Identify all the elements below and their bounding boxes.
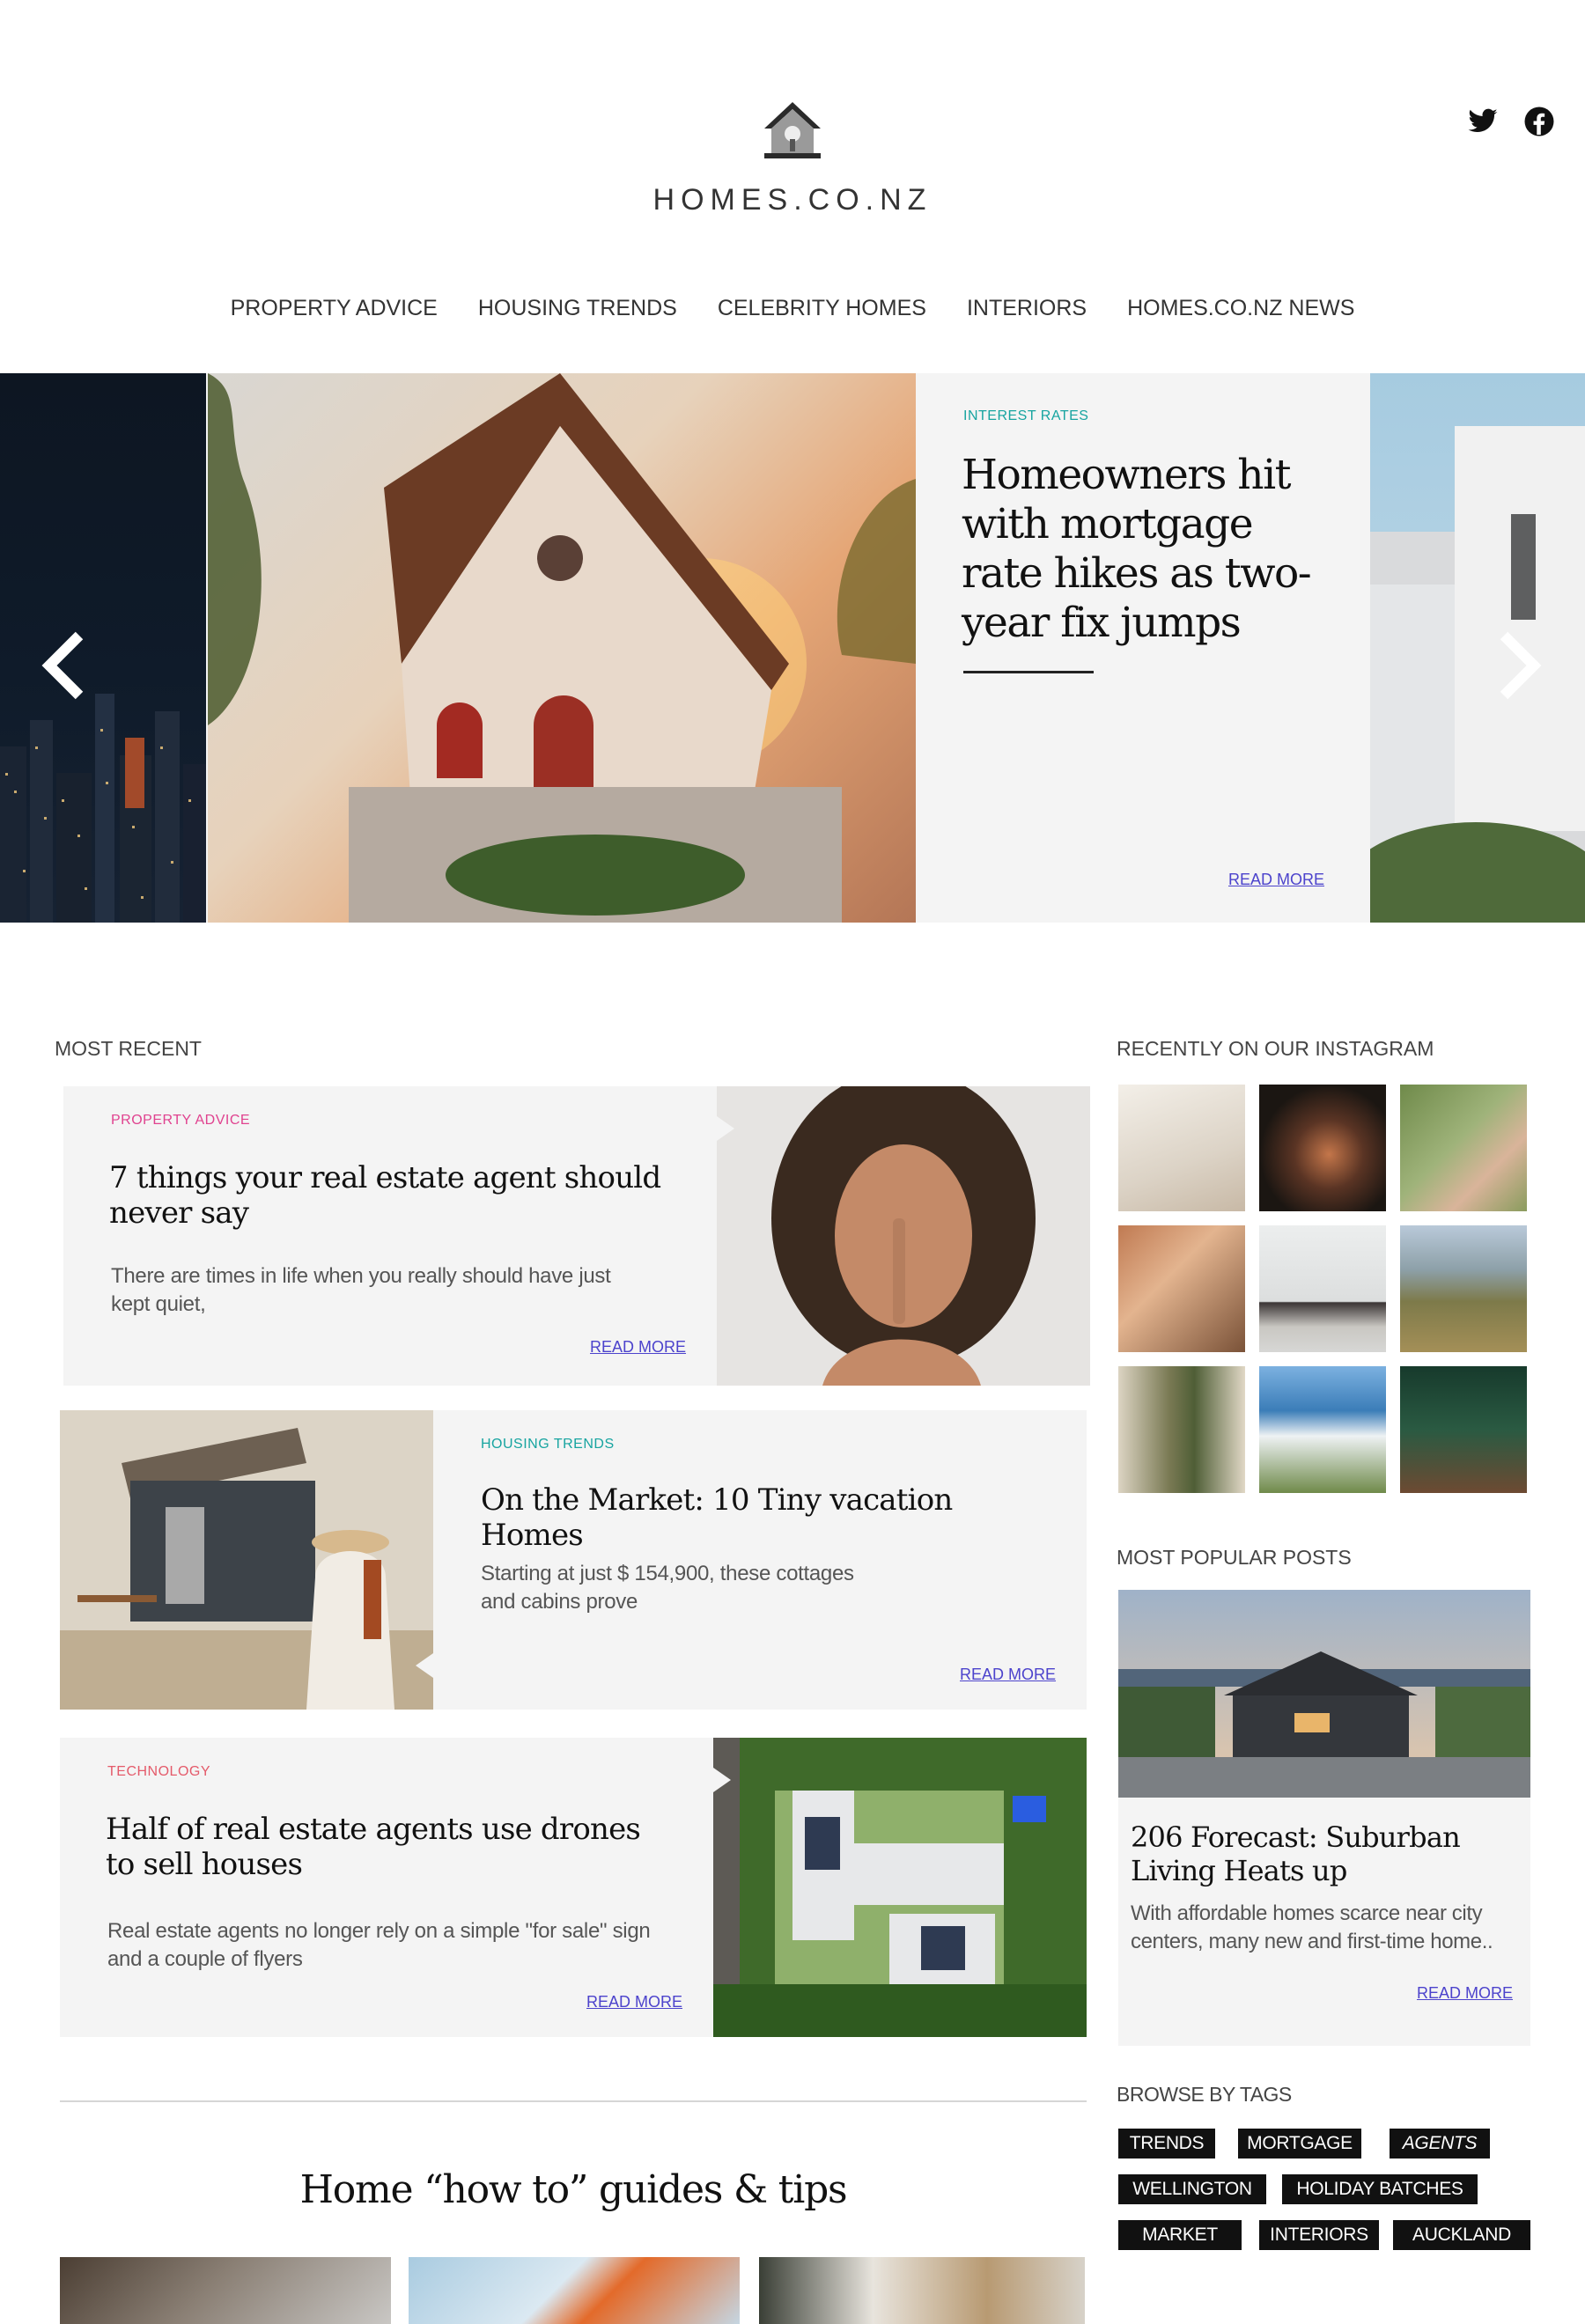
tag-auckland[interactable]: AUCKLAND <box>1393 2220 1530 2250</box>
article-read-more-link[interactable]: READ MORE <box>586 1993 682 2011</box>
hero-kicker[interactable]: INTEREST RATES <box>963 408 1088 424</box>
social-links <box>1467 106 1555 137</box>
article-title[interactable]: On the Market: 10 Tiny vacation Homes <box>481 1482 1044 1553</box>
instagram-photo[interactable] <box>1259 1225 1386 1352</box>
article-kicker[interactable]: PROPERTY ADVICE <box>111 1113 250 1129</box>
article-excerpt: There are times in life when you really … <box>111 1264 611 1316</box>
card-notch <box>713 1768 731 1792</box>
article-card[interactable]: HOUSING TRENDS On the Market: 10 Tiny va… <box>60 1410 1087 1710</box>
hero-carousel: INTEREST RATES Homeowners hit with mortg… <box>0 373 1585 923</box>
popular-posts-heading: MOST POPULAR POSTS <box>1117 1546 1352 1569</box>
article-excerpt: Real estate agents no longer rely on a s… <box>107 1919 651 1971</box>
instagram-photo[interactable] <box>1400 1366 1527 1493</box>
popular-post-excerpt: With affordable homes scarce near city c… <box>1131 1901 1493 1953</box>
cottage-sunset-image <box>208 373 916 923</box>
browse-tags-heading: BROWSE BY TAGS <box>1117 2083 1292 2106</box>
article-read-more-link[interactable]: READ MORE <box>590 1338 686 1357</box>
instagram-photo[interactable] <box>1259 1366 1386 1493</box>
site-logo[interactable]: HOMES.CO.NZ <box>0 99 1585 217</box>
suburban-house-image <box>1118 1590 1530 1798</box>
tag-wellington[interactable]: WELLINGTON <box>1118 2174 1266 2204</box>
popular-read-more-link[interactable]: READ MORE <box>1417 1984 1513 2003</box>
city-night-image <box>0 373 206 923</box>
popular-post-card[interactable]: 206 Forecast: Suburban Living Heats up W… <box>1118 1590 1530 2046</box>
hero-read-more-link[interactable]: READ MORE <box>1228 871 1324 889</box>
guides-heading: Home “how to” guides & tips <box>299 2167 848 2212</box>
instagram-photo[interactable] <box>1259 1085 1386 1211</box>
facebook-icon[interactable] <box>1523 106 1555 137</box>
tiny-home-image <box>60 1410 433 1710</box>
instagram-heading: RECENTLY ON OUR INSTAGRAM <box>1117 1037 1434 1060</box>
nav-item-interiors[interactable]: INTERIORS <box>967 296 1087 321</box>
tag-interiors[interactable]: INTERIORS <box>1259 2220 1379 2250</box>
white-house-image <box>1370 373 1585 923</box>
twitter-icon[interactable] <box>1467 106 1499 137</box>
instagram-photo[interactable] <box>1118 1225 1245 1352</box>
article-title[interactable]: Half of real estate agents use drones to… <box>106 1812 652 1882</box>
tag-holiday-batches[interactable]: HOLIDAY BATCHES <box>1282 2174 1478 2204</box>
woman-shush-image <box>717 1086 1090 1386</box>
instagram-photo[interactable] <box>1400 1085 1527 1211</box>
article-excerpt: Starting at just $ 154,900, these cottag… <box>481 1562 854 1614</box>
tag-trends[interactable]: TRENDS <box>1118 2129 1215 2159</box>
article-read-more-link[interactable]: READ MORE <box>960 1666 1056 1684</box>
guide-thumbnail[interactable] <box>60 2257 391 2324</box>
article-kicker[interactable]: HOUSING TRENDS <box>481 1437 615 1452</box>
popular-post-title[interactable]: 206 Forecast: Suburban Living Heats up <box>1131 1820 1518 1887</box>
card-notch <box>416 1653 433 1678</box>
carousel-prev-button[interactable] <box>39 630 92 701</box>
tag-mortgage[interactable]: MORTGAGE <box>1238 2129 1361 2159</box>
carousel-next-button[interactable] <box>1492 630 1544 701</box>
hero-article-card[interactable]: INTEREST RATES Homeowners hit with mortg… <box>916 373 1370 923</box>
guide-thumbnail[interactable] <box>759 2257 1085 2324</box>
most-recent-heading: MOST RECENT <box>55 1037 202 1060</box>
hero-divider <box>963 671 1094 673</box>
article-title[interactable]: 7 things your real estate agent should n… <box>109 1160 673 1231</box>
guide-thumbnail[interactable] <box>409 2257 740 2324</box>
tag-market[interactable]: MARKET <box>1118 2220 1242 2250</box>
tag-agents[interactable]: AGENTS <box>1390 2129 1490 2159</box>
aerial-house-image <box>713 1738 1087 2037</box>
nav-item-celebrity-homes[interactable]: CELEBRITY HOMES <box>718 296 926 321</box>
card-notch <box>717 1116 734 1141</box>
logo-text: HOMES.CO.NZ <box>652 183 933 217</box>
nav-item-news[interactable]: HOMES.CO.NZ NEWS <box>1127 296 1354 321</box>
instagram-photo[interactable] <box>1118 1085 1245 1211</box>
instagram-photo[interactable] <box>1400 1225 1527 1352</box>
nav-item-housing-trends[interactable]: HOUSING TRENDS <box>478 296 677 321</box>
article-kicker[interactable]: TECHNOLOGY <box>107 1764 210 1780</box>
article-card[interactable]: PROPERTY ADVICE 7 things your real estat… <box>63 1086 1090 1386</box>
birdhouse-logo-icon <box>764 102 821 158</box>
instagram-grid <box>1118 1085 1530 1493</box>
main-nav: PROPERTY ADVICE HOUSING TRENDS CELEBRITY… <box>0 296 1585 321</box>
article-card[interactable]: TECHNOLOGY Half of real estate agents us… <box>60 1738 1087 2037</box>
nav-item-property-advice[interactable]: PROPERTY ADVICE <box>231 296 438 321</box>
hero-title[interactable]: Homeowners hit with mortgage rate hikes … <box>962 451 1340 648</box>
section-divider <box>60 2100 1087 2102</box>
instagram-photo[interactable] <box>1118 1366 1245 1493</box>
